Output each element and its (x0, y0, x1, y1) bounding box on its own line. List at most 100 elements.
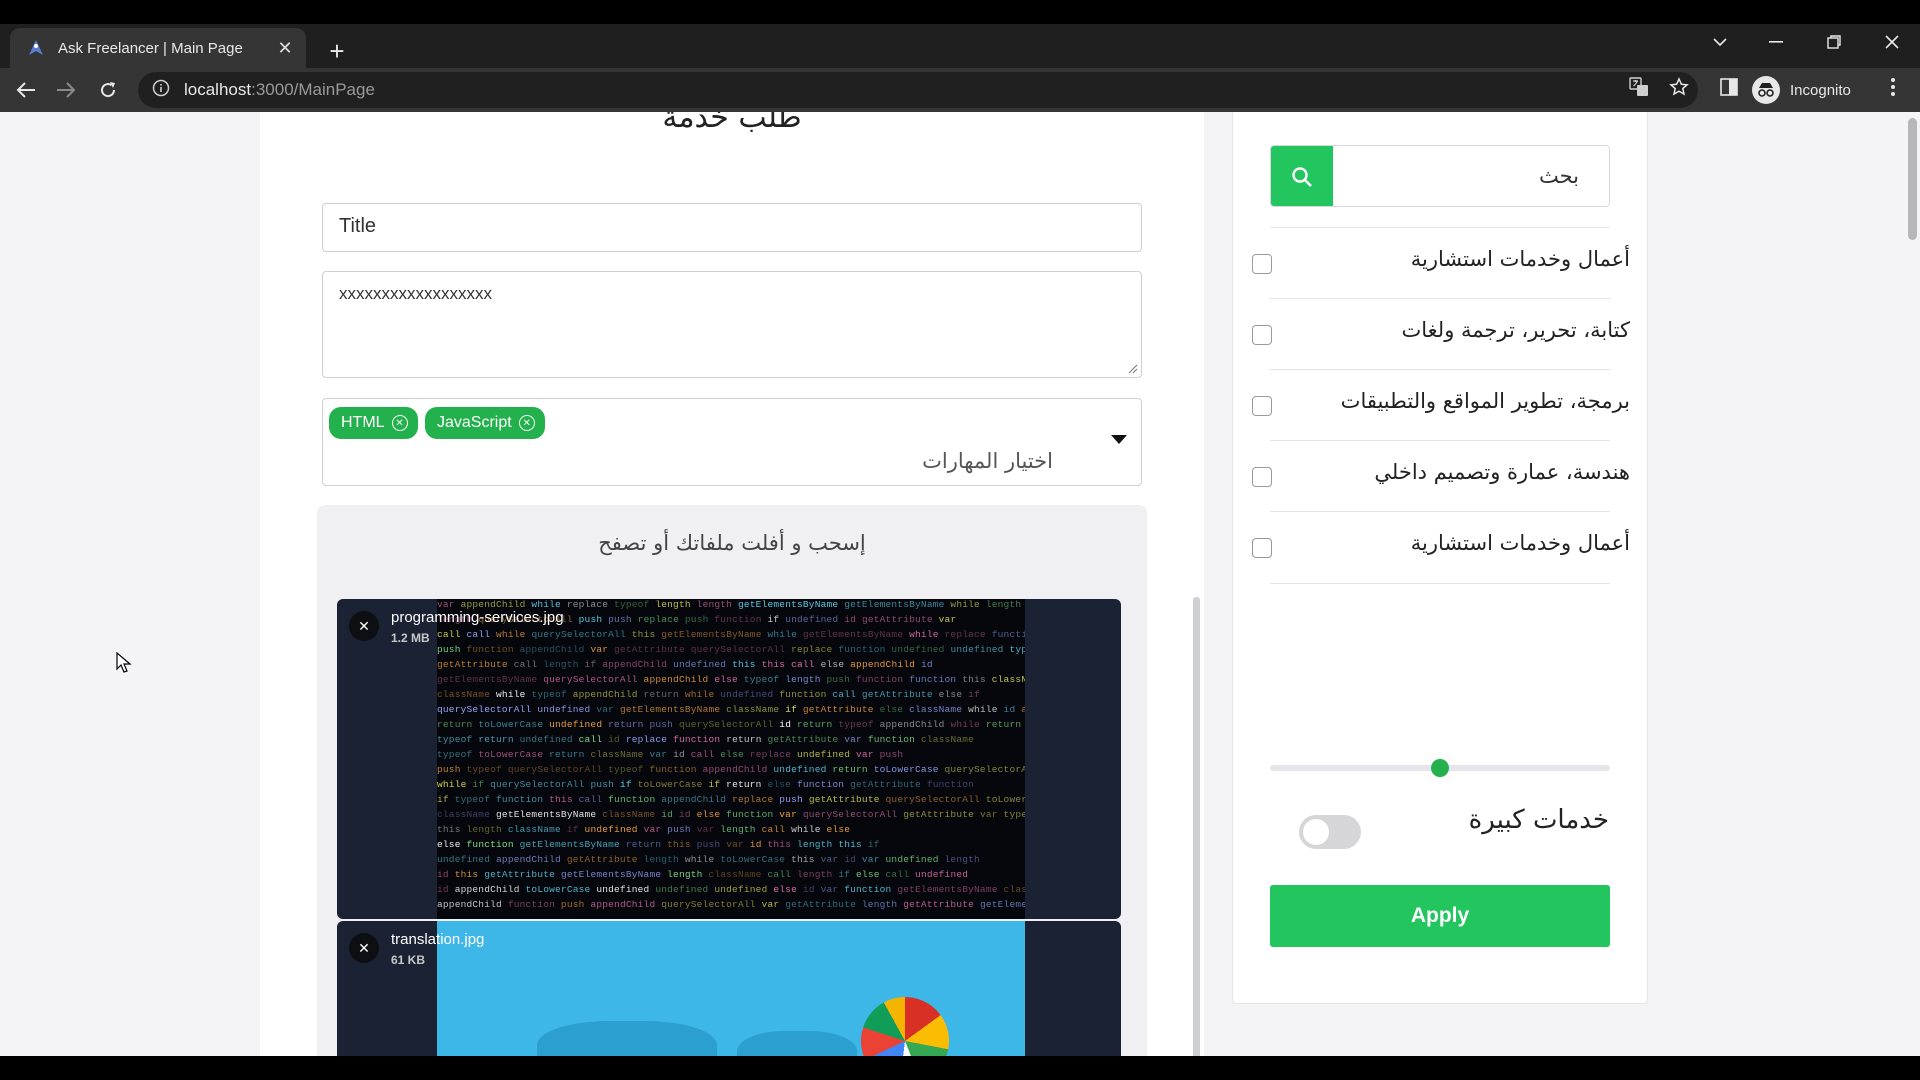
category-item[interactable]: برمجة، تطوير المواقع والتطبيقات (1252, 369, 1630, 440)
category-checkbox[interactable] (1252, 325, 1272, 345)
category-checkbox[interactable] (1252, 467, 1272, 487)
category-item[interactable]: هندسة، عمارة وتصميم داخلي (1252, 440, 1630, 511)
code-texture-token: function (797, 779, 851, 790)
code-texture-token: className (1003, 884, 1025, 895)
code-texture-token: replace (732, 794, 780, 805)
code-texture-token: typeof (608, 764, 650, 775)
slider-handle[interactable] (1431, 759, 1449, 777)
file-dropzone[interactable]: إسحب و أفلت ملفاتك أو تصفح var appendChi… (317, 505, 1200, 1056)
dropzone-scrollbar[interactable] (1193, 597, 1200, 1056)
code-texture-token: function (466, 644, 520, 655)
category-item[interactable]: أعمال وخدمات استشارية (1252, 227, 1630, 298)
file-item: ✕ translation.jpg 61 KB (337, 921, 1121, 1056)
code-texture-token: call (578, 734, 609, 745)
apply-button[interactable]: Apply (1270, 885, 1610, 947)
category-label: برمجة، تطوير المواقع والتطبيقات (1340, 389, 1630, 413)
code-texture-token: while (684, 854, 721, 865)
category-item[interactable]: أعمال وخدمات استشارية (1252, 511, 1630, 582)
code-texture-token: typeof (743, 674, 786, 685)
code-texture-token: function (844, 884, 898, 895)
bookmark-star-icon[interactable] (1666, 74, 1692, 100)
code-texture-token: call (437, 629, 467, 640)
title-input[interactable]: Title (322, 203, 1142, 252)
browser-toolbar: localhost:3000/MainPage Incognito (0, 68, 1920, 112)
page-title: طلب خدمة (662, 112, 802, 135)
minimize-button[interactable] (1752, 24, 1800, 60)
skills-select[interactable]: HTML ✕ JavaScript ✕ اختيار المهارات (322, 398, 1142, 486)
code-texture-token: var (590, 644, 615, 655)
forward-arrow-icon[interactable] (50, 74, 82, 106)
code-texture-token: call (578, 794, 609, 805)
code-texture-line: className getElementsByName className id… (437, 809, 1025, 824)
category-item[interactable]: كتابة، تحرير، ترجمة ولغات (1252, 298, 1630, 369)
close-window-button[interactable] (1868, 24, 1916, 60)
category-checkbox[interactable] (1252, 396, 1272, 416)
search-field[interactable]: بحث (1270, 145, 1610, 207)
browser-menu-icon[interactable] (1880, 74, 1906, 100)
code-texture-token: undefined (773, 764, 833, 775)
description-textarea[interactable]: xxxxxxxxxxxxxxxxxx (322, 271, 1142, 378)
remove-file-button[interactable]: ✕ (349, 611, 379, 641)
code-texture-token: replace (566, 599, 615, 610)
page-scrollbar[interactable] (1908, 118, 1917, 240)
code-texture-token: appendChild (661, 794, 733, 805)
code-texture-token: getAttribute (903, 809, 980, 820)
skill-chip[interactable]: JavaScript ✕ (425, 407, 545, 439)
code-texture-token: push (684, 614, 715, 625)
code-texture-token: getAttribute (802, 704, 880, 715)
remove-file-button[interactable]: ✕ (349, 933, 379, 963)
code-texture-token: id (437, 884, 455, 895)
filter-sidebar: بحث أعمال وخدمات استشارية كتابة، تحرير، … (1232, 112, 1648, 1004)
code-texture-token: return (549, 749, 591, 760)
back-arrow-icon[interactable] (10, 74, 42, 106)
new-tab-button[interactable]: + (322, 36, 352, 66)
category-checkbox[interactable] (1252, 538, 1272, 558)
side-panel-icon[interactable] (1716, 74, 1742, 100)
resize-grip-icon[interactable] (1128, 364, 1138, 374)
remove-chip-icon[interactable]: ✕ (391, 415, 408, 431)
code-texture-token: length (785, 674, 827, 685)
address-bar[interactable]: localhost:3000/MainPage (138, 72, 1698, 108)
tab-close-icon[interactable]: ✕ (274, 37, 296, 59)
code-texture-token: push (560, 899, 591, 910)
site-favicon-icon (26, 38, 46, 58)
code-texture-token: getElementsByName (496, 809, 603, 820)
code-texture-token: undefined (891, 644, 951, 655)
search-input[interactable]: بحث (1539, 164, 1579, 188)
code-texture-token: function (867, 734, 921, 745)
code-texture-token: length (861, 899, 904, 910)
code-texture-line: while if querySelectorAll push if toLowe… (437, 779, 1025, 794)
remove-chip-icon[interactable]: ✕ (518, 415, 535, 431)
code-texture-token: id (673, 749, 691, 760)
skill-chip-label: HTML (341, 414, 385, 431)
category-checkbox[interactable] (1252, 254, 1272, 274)
reload-icon[interactable] (92, 74, 124, 106)
large-services-toggle[interactable] (1299, 815, 1361, 849)
code-texture-token: id (779, 719, 797, 730)
price-slider[interactable] (1270, 759, 1610, 777)
code-texture-token: undefined (673, 659, 733, 670)
code-texture-token: undefined (519, 734, 579, 745)
incognito-icon (1752, 76, 1780, 104)
search-button[interactable] (1271, 146, 1333, 206)
tab-search-icon[interactable] (1696, 24, 1744, 60)
site-info-icon[interactable] (152, 79, 170, 102)
tab-main-page[interactable]: Ask Freelancer | Main Page ✕ (10, 28, 306, 68)
code-texture-token: appendChild (437, 899, 508, 910)
incognito-profile-button[interactable]: Incognito (1752, 72, 1851, 108)
code-texture-token: toLowerCase (525, 884, 597, 895)
code-texture-token: var (979, 809, 1004, 820)
code-texture-token: length (944, 854, 980, 865)
code-texture-token: var (696, 824, 721, 835)
incognito-label: Incognito (1790, 81, 1851, 99)
restore-button[interactable] (1810, 24, 1858, 60)
code-texture-token: var (938, 614, 957, 625)
code-texture-token: toLowerCase (478, 749, 550, 760)
code-texture-token: className (590, 749, 650, 760)
code-texture-token: className (437, 809, 497, 820)
code-texture-token: getElementsByName (560, 869, 668, 880)
toggle-knob (1303, 819, 1329, 845)
skill-chip[interactable]: HTML ✕ (329, 407, 418, 439)
caret-down-icon[interactable] (1111, 435, 1127, 444)
translate-icon[interactable] (1626, 74, 1652, 100)
